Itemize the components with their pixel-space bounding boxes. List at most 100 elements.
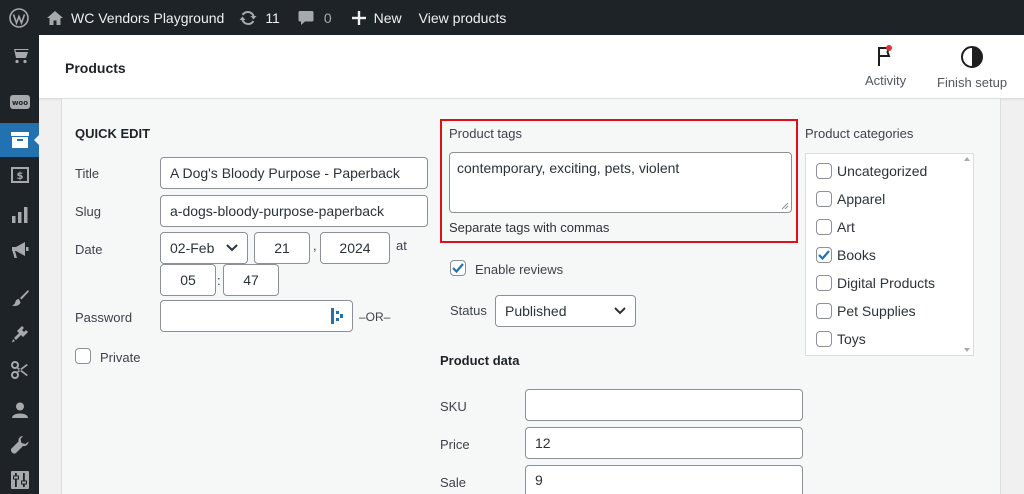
updates-link[interactable]: 11 [239, 0, 280, 35]
price-input[interactable]: 12 [525, 427, 803, 459]
year-input[interactable]: 2024 [320, 232, 390, 264]
password-manager-icon[interactable] [331, 308, 343, 324]
category-checkbox[interactable] [816, 303, 832, 319]
activity-label: Activity [865, 73, 907, 88]
resize-handle-icon[interactable] [781, 202, 789, 210]
year-value: 2024 [339, 240, 371, 256]
sidebar-item-appearance[interactable] [0, 281, 39, 315]
at-label: at [396, 238, 407, 253]
title-input[interactable]: A Dog's Bloody Purpose - Paperback [160, 157, 428, 189]
status-label: Status [450, 303, 487, 318]
wrench-icon [10, 436, 28, 454]
sidebar-item-woocommerce[interactable]: woo [0, 85, 39, 119]
private-label: Private [100, 350, 141, 365]
product-data-heading: Product data [440, 353, 520, 368]
minute-value: 47 [243, 272, 259, 288]
scissors-icon [10, 361, 28, 379]
month-select[interactable]: 02-Feb [160, 232, 248, 264]
sidebar-item-payments[interactable]: $ [0, 158, 39, 192]
sku-input[interactable] [525, 389, 803, 421]
view-products-link[interactable]: View products [419, 0, 507, 35]
sidebar-item-tools[interactable] [0, 428, 39, 462]
archive-icon [10, 132, 29, 148]
private-checkbox[interactable] [75, 348, 91, 364]
svg-text:$: $ [16, 171, 23, 182]
sidebar-item-vendors[interactable] [0, 353, 39, 387]
slug-value: a-dogs-bloody-purpose-paperback [170, 203, 385, 219]
category-label: Apparel [837, 191, 886, 207]
sidebar-item-marketing[interactable] [0, 233, 39, 267]
category-item-toys[interactable]: Toys [816, 331, 866, 347]
category-label: Digital Products [837, 275, 936, 291]
woo-icon: woo [9, 95, 30, 109]
or-label: –OR– [359, 310, 391, 324]
product-categories-label: Product categories [805, 126, 914, 141]
progress-circle-icon [961, 46, 984, 68]
category-checkbox[interactable] [816, 219, 832, 235]
status-select[interactable]: Published [495, 295, 636, 327]
chevron-down-icon [614, 307, 626, 315]
checkmark-icon [818, 250, 830, 260]
password-input[interactable] [160, 300, 353, 332]
title-value: A Dog's Bloody Purpose - Paperback [170, 165, 400, 181]
view-products-label: View products [418, 9, 507, 26]
category-checkbox[interactable] [816, 163, 832, 179]
svg-text:woo: woo [11, 99, 27, 107]
slug-input[interactable]: a-dogs-bloody-purpose-paperback [160, 195, 428, 227]
product-categories-list[interactable]: Uncategorized Apparel Art Books Digital … [805, 153, 974, 356]
status-value: Published [505, 303, 567, 319]
site-name-link[interactable]: WC Vendors Playground [46, 0, 224, 35]
minute-input[interactable]: 47 [223, 264, 279, 296]
sale-input[interactable]: 9 [525, 465, 803, 494]
category-label: Uncategorized [837, 163, 928, 179]
comment-icon [298, 10, 314, 25]
scroll-up-arrow[interactable] [964, 157, 970, 161]
category-item-uncategorized[interactable]: Uncategorized [816, 163, 927, 179]
plus-icon [351, 10, 366, 25]
admin-bar: WC Vendors Playground 11 0 New View prod… [0, 0, 1024, 35]
category-item-pet-supplies[interactable]: Pet Supplies [816, 303, 916, 319]
sidebar-item-users[interactable] [0, 393, 39, 427]
category-item-digital-products[interactable]: Digital Products [816, 275, 935, 291]
megaphone-icon [11, 242, 28, 258]
finish-setup-button[interactable]: Finish setup [937, 45, 1007, 90]
sidebar-item-products[interactable] [0, 123, 40, 157]
hour-input[interactable]: 05 [160, 264, 216, 296]
scroll-down-arrow[interactable] [964, 348, 970, 352]
category-label: Art [837, 219, 855, 235]
slug-label: Slug [75, 204, 102, 219]
updates-icon [239, 10, 257, 25]
day-value: 21 [274, 240, 290, 256]
new-content-link[interactable]: New [351, 0, 402, 35]
category-checkbox[interactable] [816, 275, 832, 291]
admin-sidebar: woo $ [0, 35, 40, 494]
category-item-apparel[interactable]: Apparel [816, 191, 885, 207]
category-checkbox-checked[interactable] [816, 247, 832, 263]
sidebar-item-analytics[interactable] [0, 198, 39, 232]
category-item-books[interactable]: Books [816, 247, 876, 263]
day-input[interactable]: 21 [254, 232, 310, 264]
enable-reviews-checkbox[interactable] [450, 260, 466, 276]
sidebar-item-cart[interactable] [0, 39, 39, 73]
settings-sliders-icon [10, 471, 29, 489]
wordpress-logo-icon[interactable] [0, 0, 38, 35]
category-label: Pet Supplies [837, 303, 916, 319]
activity-button[interactable]: Activity [865, 45, 906, 88]
new-label: New [373, 9, 402, 26]
product-tags-textarea[interactable]: contemporary, exciting, pets, violent [449, 152, 792, 213]
user-icon [11, 402, 28, 418]
chevron-down-icon [226, 244, 238, 252]
sidebar-item-settings[interactable] [0, 463, 39, 494]
comments-link[interactable]: 0 [298, 0, 332, 35]
quick-edit-heading: QUICK EDIT [75, 126, 151, 141]
category-checkbox[interactable] [816, 191, 832, 207]
checkmark-icon [452, 263, 464, 273]
sidebar-item-plugins[interactable] [0, 317, 39, 351]
updates-count: 11 [265, 9, 280, 26]
category-item-art[interactable]: Art [816, 219, 855, 235]
enable-reviews-label: Enable reviews [475, 262, 564, 277]
bar-chart-icon [11, 207, 27, 223]
category-checkbox[interactable] [816, 331, 832, 347]
month-value: 02-Feb [170, 240, 215, 256]
plugin-icon [11, 326, 28, 343]
